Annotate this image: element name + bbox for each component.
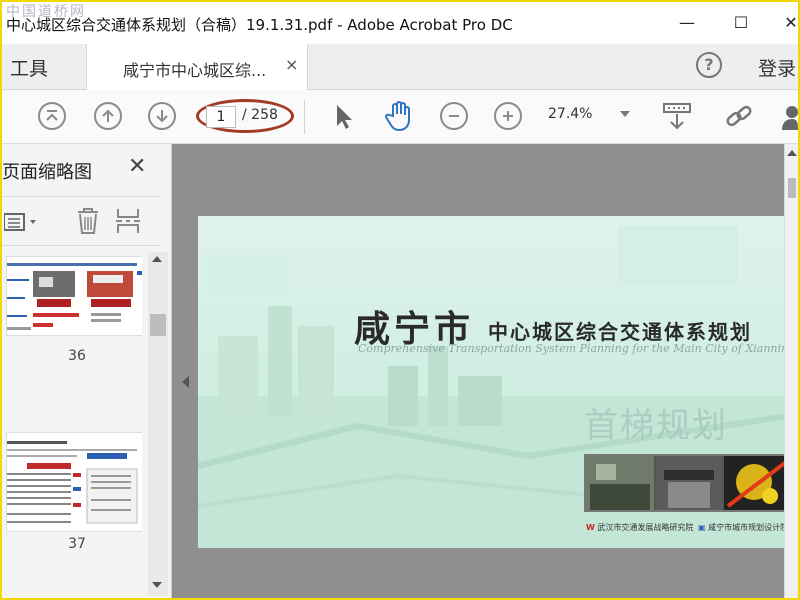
page-total-label: / 258 <box>242 107 278 123</box>
tab-document[interactable]: 咸宁市中心城区综... × <box>86 44 308 90</box>
acrobat-window: 中国道桥网 中心城区综合交通体系规划（合稿）19.1.31.pdf - Adob… <box>2 2 798 598</box>
window-title: 中心城区综合交通体系规划（合稿）19.1.31.pdf - Adobe Acro… <box>6 16 513 34</box>
page-thumbnail[interactable] <box>6 256 142 336</box>
scroll-up-icon[interactable] <box>152 256 162 262</box>
panel-scrollbar[interactable] <box>148 252 168 596</box>
tabs-row: 工具 咸宁市中心城区综... × ? 登录 <box>2 44 798 90</box>
org-1-logo: W <box>586 523 595 532</box>
delete-page-icon[interactable] <box>76 207 100 235</box>
org-label-1: W 武汉市交通发展战略研究院 <box>586 523 694 532</box>
zoom-dropdown-icon[interactable] <box>620 111 630 117</box>
tab-document-label: 咸宁市中心城区综... <box>123 61 267 80</box>
pdf-page: 咸宁市 中心城区综合交通体系规划 Comprehensive Transport… <box>198 216 788 548</box>
page-thumbnail[interactable] <box>6 432 142 532</box>
document-title-sub: 中心城区综合交通体系规划 <box>488 320 752 344</box>
maximize-button[interactable]: ☐ <box>730 12 752 34</box>
share-icon[interactable] <box>780 104 798 132</box>
thumbnail-panel: 页面缩略图 ✕ 36 37 <box>2 144 172 598</box>
zoom-out-icon[interactable] <box>440 102 468 130</box>
panel-scroll-thumb[interactable] <box>150 314 166 336</box>
document-scrollbar[interactable] <box>784 144 798 598</box>
link-icon[interactable] <box>724 102 756 132</box>
next-page-icon[interactable] <box>148 102 176 130</box>
toolbar-divider <box>304 100 305 134</box>
select-cursor-icon[interactable] <box>332 102 356 132</box>
panel-title: 页面缩略图 <box>2 162 92 183</box>
insert-page-icon[interactable] <box>114 207 142 235</box>
toolbar: 1 / 258 27.4% <box>2 90 798 144</box>
org-label-2: ▣ 咸宁市城市规划设计院 <box>698 523 788 532</box>
help-icon[interactable]: ? <box>696 52 722 78</box>
login-button[interactable]: 登录 <box>758 54 796 81</box>
scroll-down-icon[interactable] <box>152 582 162 588</box>
scrolling-mode-icon[interactable] <box>662 102 692 132</box>
zoom-in-icon[interactable] <box>494 102 522 130</box>
hand-tool-icon[interactable] <box>384 100 414 132</box>
thumbnail-list: 36 37 <box>2 252 142 596</box>
close-window-button[interactable]: ✕ <box>780 12 798 34</box>
title-bar: 中国道桥网 中心城区综合交通体系规划（合稿）19.1.31.pdf - Adob… <box>2 2 798 44</box>
document-viewport[interactable]: 咸宁市 中心城区综合交通体系规划 Comprehensive Transport… <box>172 144 788 598</box>
close-panel-icon[interactable]: ✕ <box>128 154 146 179</box>
collapse-panel-icon[interactable] <box>182 376 189 388</box>
tab-tools[interactable]: 工具 <box>2 44 84 90</box>
thumbnail-options-icon[interactable] <box>3 211 40 233</box>
close-tab-icon[interactable]: × <box>285 55 298 74</box>
cover-photo-strip <box>584 454 788 512</box>
thumbnail-page-number: 37 <box>68 536 86 552</box>
doc-scroll-thumb[interactable] <box>788 178 796 198</box>
panel-toolbar <box>2 196 160 246</box>
doc-scroll-up-icon[interactable] <box>787 150 797 156</box>
minimize-button[interactable]: — <box>676 12 698 34</box>
document-watermark: 首梯规划 <box>584 406 728 446</box>
document-title-english: Comprehensive Transportation System Plan… <box>358 342 788 355</box>
previous-page-icon[interactable] <box>94 102 122 130</box>
org-2-logo: ▣ <box>698 523 706 532</box>
thumbnail-page-number: 36 <box>68 348 86 364</box>
first-page-icon[interactable] <box>38 102 66 130</box>
page-number-input[interactable]: 1 <box>206 106 236 128</box>
